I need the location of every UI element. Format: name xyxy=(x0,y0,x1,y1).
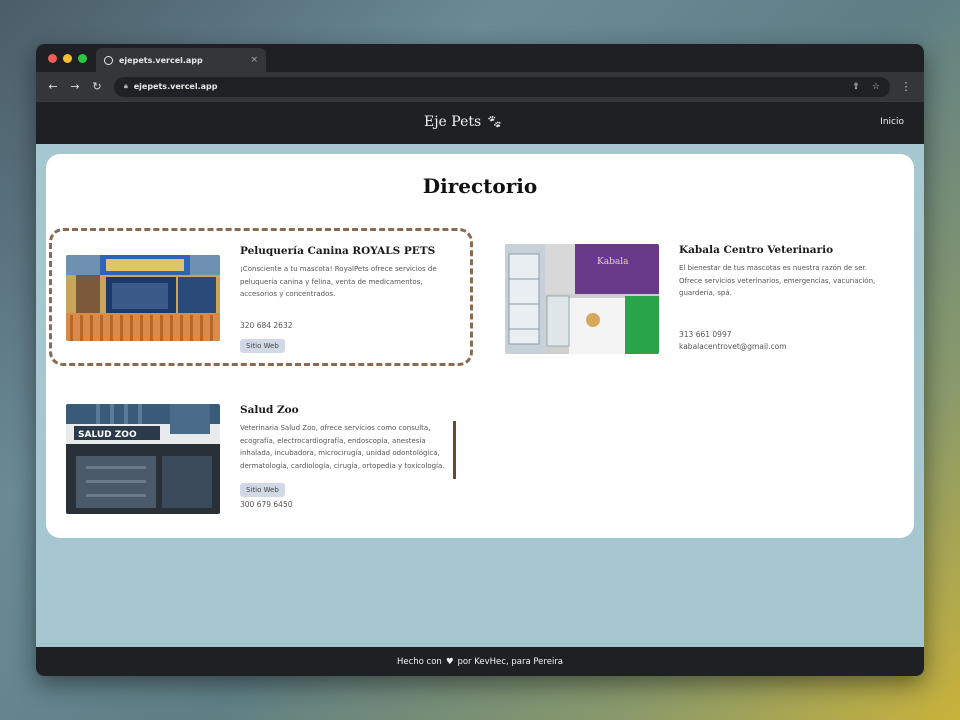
directory-panel: Directorio Peluquería Canina ROYALS PETS… xyxy=(46,154,914,538)
bookmark-star-icon[interactable]: ☆ xyxy=(872,82,880,92)
browser-tab[interactable]: ejepets.vercel.app × xyxy=(96,48,266,72)
tab-close-icon[interactable]: × xyxy=(250,55,258,65)
clinic-interior-image: Kabala xyxy=(505,244,659,354)
directory-card-salud-zoo: SALUD ZOO Salud Zoo Veterinaria Salud Zo… xyxy=(66,404,466,514)
card-title: Salud Zoo xyxy=(240,404,299,416)
lock-icon: 🔒︎ xyxy=(124,82,128,90)
salud-zoo-photo: SALUD ZOO xyxy=(66,404,220,514)
browser-window: ejepets.vercel.app × ← → ↻ 🔒︎ ejepets.ve… xyxy=(36,44,924,676)
card-email[interactable]: kabalacentrovet@gmail.com xyxy=(679,342,891,351)
url-text: ejepets.vercel.app xyxy=(133,82,218,91)
kabala-info: Kabala Centro Veterinario El bienestar d… xyxy=(679,244,891,351)
footer-suffix: por KevHec, para Pereira xyxy=(457,656,564,667)
card-title: Kabala Centro Veterinario xyxy=(679,244,834,256)
royals-pets-info: Peluquería Canina ROYALS PETS ¡Conscient… xyxy=(240,245,452,353)
card-phone: 320 684 2632 xyxy=(240,320,293,330)
address-bar[interactable]: 🔒︎ ejepets.vercel.app ⇪ ☆ xyxy=(114,76,890,97)
description-scrollbar[interactable] xyxy=(453,421,456,479)
website-button[interactable]: Sitio Web xyxy=(240,483,285,497)
card-description: El bienestar de tus mascotas es nuestra … xyxy=(679,264,876,297)
window-controls xyxy=(48,54,87,63)
storefront-image xyxy=(66,255,220,341)
card-title: Peluquería Canina ROYALS PETS xyxy=(240,245,436,257)
forward-arrow-icon[interactable]: → xyxy=(66,80,84,93)
paw-icon: 🐾︎ xyxy=(486,114,503,130)
maximize-window-button[interactable] xyxy=(78,54,87,63)
footer-prefix: Hecho con xyxy=(396,656,442,667)
kabala-photo: Kabala xyxy=(505,244,659,354)
directory-card-kabala: Kabala Kabala Centro Veterinario El bien… xyxy=(505,244,905,354)
site-footer: Hecho con ♥ por KevHec, para Pereira xyxy=(36,647,924,676)
page-title: Directorio xyxy=(422,174,538,198)
card-description: ¡Consciente a tu mascota! RoyalPets ofre… xyxy=(240,265,437,298)
tab-title: ejepets.vercel.app xyxy=(119,55,203,65)
browser-toolbar: ← → ↻ 🔒︎ ejepets.vercel.app ⇪ ☆ ⋮ xyxy=(36,72,924,101)
favicon-icon xyxy=(104,55,113,65)
nav-link-inicio[interactable]: Inicio xyxy=(880,117,904,127)
salud-zoo-info: Salud Zoo Veterinaria Salud Zoo, ofrece … xyxy=(240,404,452,509)
minimize-window-button[interactable] xyxy=(63,54,72,63)
reload-icon[interactable]: ↻ xyxy=(88,80,106,93)
salud-zoo-shop-sign: SALUD ZOO xyxy=(78,430,137,440)
site-header: Eje Pets 🐾︎ Inicio xyxy=(36,101,924,144)
site-brand[interactable]: Eje Pets 🐾︎ xyxy=(424,114,503,130)
card-phone: 313 661 0997 xyxy=(679,329,732,339)
share-icon[interactable]: ⇪ xyxy=(852,82,860,92)
heart-icon: ♥ xyxy=(445,656,454,667)
website-button[interactable]: Sitio Web xyxy=(240,338,285,353)
back-arrow-icon[interactable]: ← xyxy=(44,80,62,93)
kabala-wall-sign: Kabala xyxy=(597,257,629,267)
royals-pets-photo xyxy=(66,255,220,341)
brand-name: Eje Pets xyxy=(424,114,482,130)
card-description: Veterinaria Salud Zoo, ofrece servicios … xyxy=(240,424,445,470)
card-phone: 300 679 6450 xyxy=(240,500,293,509)
directory-card-royals-pets: Peluquería Canina ROYALS PETS ¡Conscient… xyxy=(66,245,466,355)
close-window-button[interactable] xyxy=(48,54,57,63)
salud-zoo-storefront-image: SALUD ZOO xyxy=(66,404,220,514)
browser-menu-icon[interactable]: ⋮ xyxy=(896,80,916,93)
browser-tabbar: ejepets.vercel.app × xyxy=(36,44,924,72)
